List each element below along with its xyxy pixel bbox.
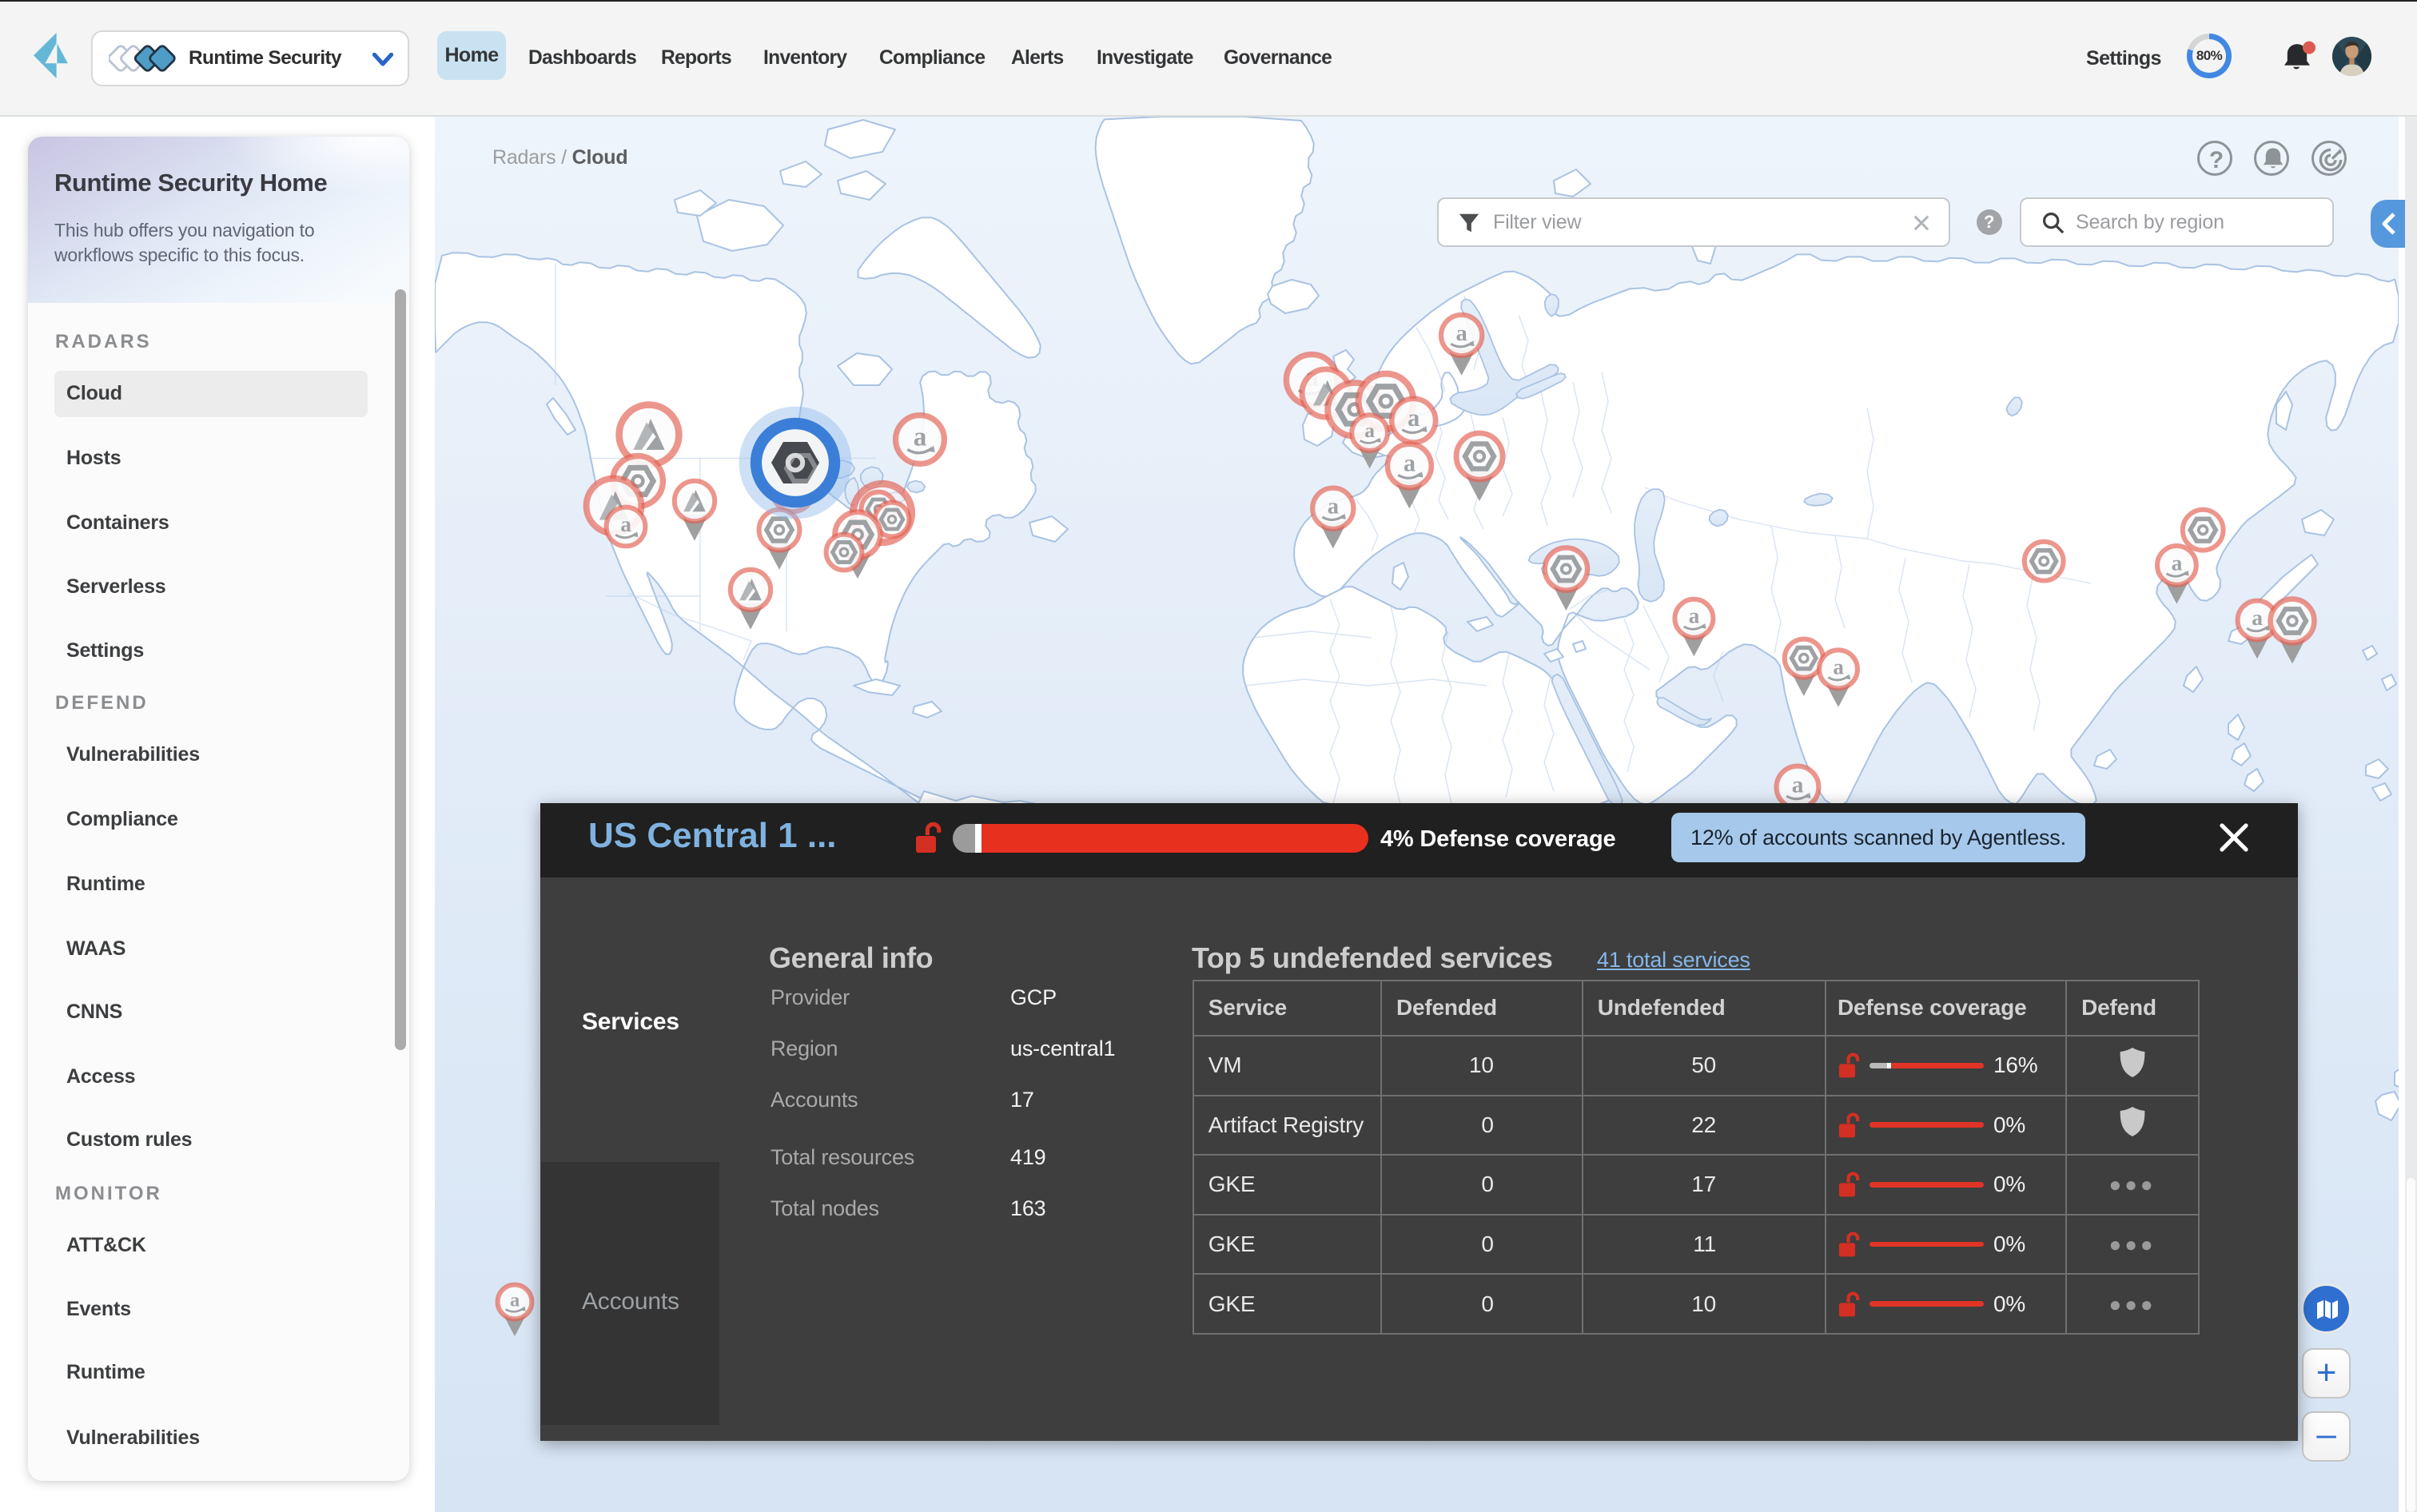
svg-text:a: a	[1456, 320, 1467, 346]
svg-text:?: ?	[2209, 147, 2224, 173]
svg-text:a: a	[2252, 606, 2263, 630]
svg-text:a: a	[510, 1289, 520, 1311]
svg-text:a: a	[1364, 419, 1375, 442]
svg-text:a: a	[620, 512, 631, 536]
svg-text:a: a	[914, 422, 927, 452]
svg-text:a: a	[1689, 604, 1700, 628]
svg-text:a: a	[1328, 493, 1339, 519]
svg-text:a: a	[2172, 551, 2183, 575]
svg-text:a: a	[1833, 655, 1844, 678]
svg-text:a: a	[1408, 404, 1420, 432]
svg-text:a: a	[1404, 450, 1416, 477]
svg-text:a: a	[1792, 772, 1804, 798]
